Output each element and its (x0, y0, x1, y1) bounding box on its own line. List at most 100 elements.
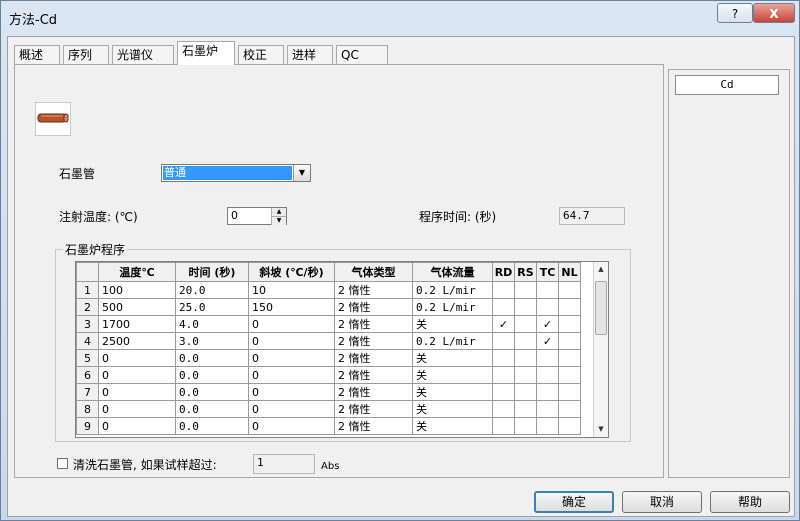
rs-cell[interactable] (514, 383, 537, 401)
ramp-cell[interactable]: 0 (248, 349, 335, 367)
gas-type-cell[interactable]: 2 惰性 (334, 349, 413, 367)
nl-cell[interactable] (558, 298, 581, 316)
element-list-item[interactable]: Cd (675, 75, 779, 95)
table-row[interactable]: 2 500 25.0 150 2 惰性 0.2 L/mir (76, 298, 581, 316)
clean-threshold-input[interactable]: 1 (253, 454, 315, 474)
temp-cell[interactable]: 500 (98, 298, 176, 316)
row-number[interactable]: 2 (76, 298, 99, 316)
table-row[interactable]: 1 100 20.0 10 2 惰性 0.2 L/mir (76, 281, 581, 299)
tc-cell[interactable] (536, 349, 559, 367)
temp-cell[interactable]: 1700 (98, 315, 176, 333)
rs-cell[interactable] (514, 366, 537, 384)
row-number[interactable]: 4 (76, 332, 99, 350)
ramp-cell[interactable]: 0 (248, 400, 335, 418)
col-header-rd[interactable]: RD (492, 262, 515, 282)
row-number[interactable]: 7 (76, 383, 99, 401)
chevron-down-icon[interactable]: ▼ (293, 165, 310, 181)
tab-furnace[interactable]: 石墨炉 (177, 41, 235, 65)
rd-cell[interactable] (492, 383, 515, 401)
tc-cell[interactable] (536, 366, 559, 384)
gas-type-cell[interactable]: 2 惰性 (334, 417, 413, 435)
tc-cell[interactable] (536, 400, 559, 418)
col-header-rs[interactable]: RS (514, 262, 537, 282)
tube-select[interactable]: 普通 ▼ (161, 164, 311, 182)
row-number[interactable]: 5 (76, 349, 99, 367)
ramp-cell[interactable]: 0 (248, 366, 335, 384)
time-cell[interactable]: 0.0 (175, 400, 249, 418)
col-header-nl[interactable]: NL (558, 262, 581, 282)
row-number[interactable]: 1 (76, 281, 99, 299)
tc-cell[interactable] (536, 281, 559, 299)
time-cell[interactable]: 20.0 (175, 281, 249, 299)
cancel-button[interactable]: 取消 (622, 491, 702, 513)
row-number[interactable]: 3 (76, 315, 99, 333)
rd-cell[interactable] (492, 332, 515, 350)
row-number[interactable]: 8 (76, 400, 99, 418)
nl-cell[interactable] (558, 315, 581, 333)
rs-cell[interactable] (514, 332, 537, 350)
time-cell[interactable]: 4.0 (175, 315, 249, 333)
gas-type-cell[interactable]: 2 惰性 (334, 400, 413, 418)
time-cell[interactable]: 0.0 (175, 417, 249, 435)
rd-cell[interactable] (492, 366, 515, 384)
injection-temp-stepper[interactable]: 0 ▲ ▼ (227, 207, 287, 225)
clean-tube-checkbox[interactable] (57, 458, 68, 469)
help-button[interactable]: 帮助 (710, 491, 790, 513)
rd-cell[interactable] (492, 400, 515, 418)
gas-flow-cell[interactable]: 0.2 L/mir (412, 281, 493, 299)
close-button[interactable]: X (753, 3, 795, 23)
tab-spectrometer[interactable]: 光谱仪 (112, 45, 174, 64)
temp-cell[interactable]: 2500 (98, 332, 176, 350)
grid-scrollbar[interactable]: ▲ ▼ (593, 262, 608, 437)
gas-flow-cell[interactable]: 0.2 L/mir (412, 298, 493, 316)
tc-cell[interactable]: ✓ (536, 315, 559, 333)
scroll-down-icon[interactable]: ▼ (594, 422, 608, 437)
gas-flow-cell[interactable]: 关 (412, 366, 493, 384)
gas-type-cell[interactable]: 2 惰性 (334, 315, 413, 333)
temp-cell[interactable]: 0 (98, 417, 176, 435)
time-cell[interactable]: 25.0 (175, 298, 249, 316)
tc-cell[interactable]: ✓ (536, 332, 559, 350)
gas-flow-cell[interactable]: 关 (412, 315, 493, 333)
tc-cell[interactable] (536, 417, 559, 435)
col-header-gas-flow[interactable]: 气体流量 (412, 262, 493, 282)
temp-cell[interactable]: 0 (98, 349, 176, 367)
row-number[interactable]: 9 (76, 417, 99, 435)
temp-cell[interactable]: 0 (98, 383, 176, 401)
rd-cell[interactable] (492, 298, 515, 316)
nl-cell[interactable] (558, 400, 581, 418)
ramp-cell[interactable]: 150 (248, 298, 335, 316)
tab-overview[interactable]: 概述 (14, 45, 60, 64)
table-row[interactable]: 5 0 0.0 0 2 惰性关 (76, 349, 581, 367)
nl-cell[interactable] (558, 383, 581, 401)
gas-flow-cell[interactable]: 关 (412, 349, 493, 367)
gas-type-cell[interactable]: 2 惰性 (334, 366, 413, 384)
gas-type-cell[interactable]: 2 惰性 (334, 281, 413, 299)
nl-cell[interactable] (558, 332, 581, 350)
tab-calibration[interactable]: 校正 (238, 45, 284, 64)
nl-cell[interactable] (558, 349, 581, 367)
table-row[interactable]: 7 0 0.0 0 2 惰性关 (76, 383, 581, 401)
rs-cell[interactable] (514, 400, 537, 418)
table-row[interactable]: 8 0 0.0 0 2 惰性关 (76, 400, 581, 418)
table-row[interactable]: 9 0 0.0 0 2 惰性关 (76, 417, 581, 435)
rd-cell[interactable] (492, 281, 515, 299)
temp-cell[interactable]: 100 (98, 281, 176, 299)
time-cell[interactable]: 0.0 (175, 366, 249, 384)
scroll-up-icon[interactable]: ▲ (594, 262, 608, 277)
gas-flow-cell[interactable]: 关 (412, 400, 493, 418)
spin-down-icon[interactable]: ▼ (271, 216, 286, 225)
col-header-tc[interactable]: TC (536, 262, 559, 282)
gas-flow-cell[interactable]: 0.2 L/mir (412, 332, 493, 350)
tab-sequence[interactable]: 序列 (63, 45, 109, 64)
rs-cell[interactable] (514, 349, 537, 367)
tc-cell[interactable] (536, 383, 559, 401)
rs-cell[interactable] (514, 298, 537, 316)
temp-cell[interactable]: 0 (98, 366, 176, 384)
rs-cell[interactable] (514, 315, 537, 333)
title-bar[interactable]: 方法-Cd ? X (1, 1, 799, 35)
gas-type-cell[interactable]: 2 惰性 (334, 298, 413, 316)
nl-cell[interactable] (558, 281, 581, 299)
table-row[interactable]: 4 2500 3.0 0 2 惰性 0.2 L/mir ✓ (76, 332, 581, 350)
col-header-temp[interactable]: 温度℃ (98, 262, 176, 282)
